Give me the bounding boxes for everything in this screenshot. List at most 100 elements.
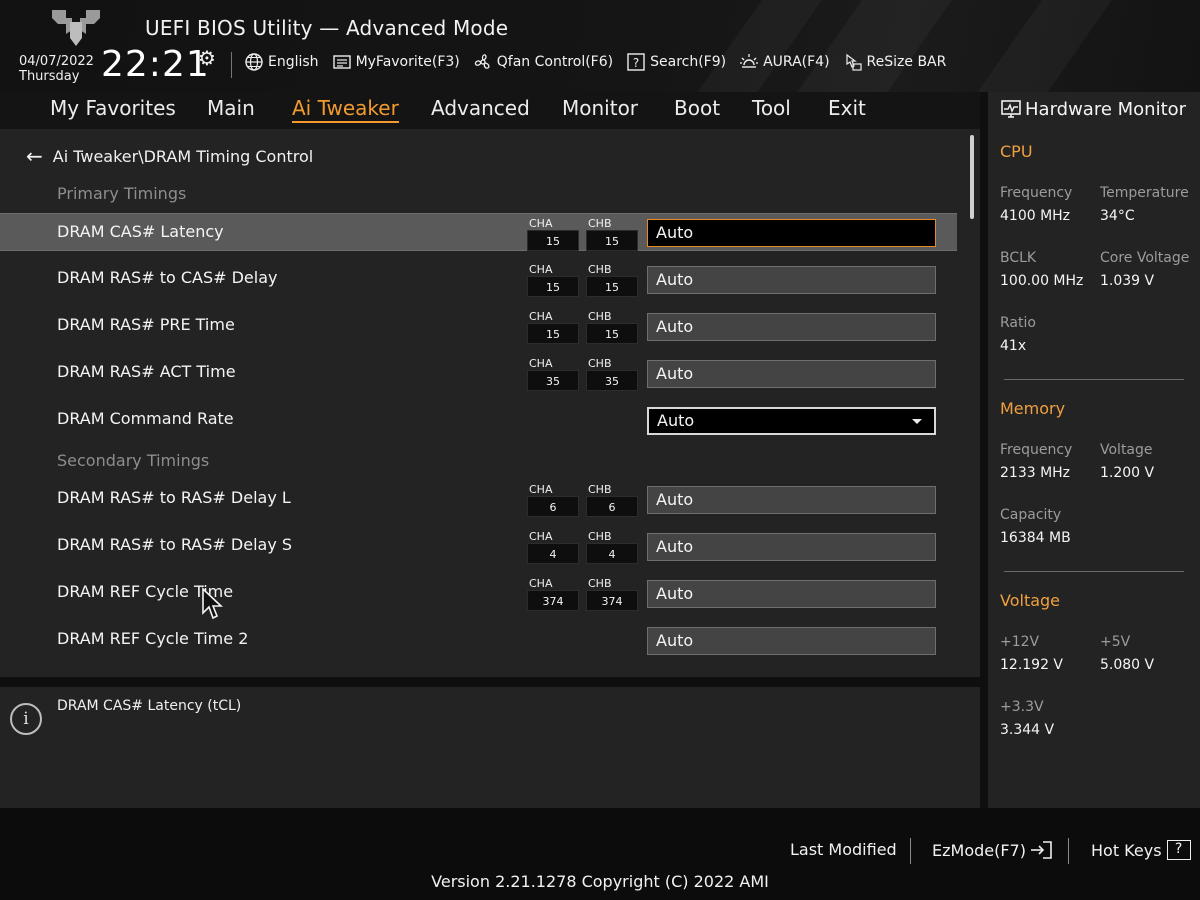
channel-a-label: CHA bbox=[529, 357, 553, 370]
tab-exit[interactable]: Exit bbox=[828, 96, 866, 120]
qfan-control-button[interactable]: Qfan Control(F6) bbox=[473, 52, 613, 72]
toolbar-divider bbox=[231, 52, 232, 78]
hot-keys-label: Hot Keys bbox=[1091, 840, 1162, 860]
channel-a-label: CHA bbox=[529, 310, 553, 323]
cpu-temperature-label: Temperature bbox=[1100, 185, 1189, 201]
info-icon: i bbox=[10, 703, 42, 735]
ras-act-time-input[interactable]: Auto bbox=[647, 360, 936, 388]
ras-to-cas-delay-input[interactable]: Auto bbox=[647, 266, 936, 294]
channel-b-label: CHB bbox=[588, 577, 612, 590]
breadcrumb: ← Ai Tweaker\DRAM Timing Control bbox=[26, 144, 313, 168]
command-rate-select[interactable]: Auto bbox=[647, 407, 936, 435]
setting-row-ras-to-cas-delay[interactable]: DRAM RAS# to CAS# Delay CHA 15 CHB 15 Au… bbox=[0, 260, 957, 298]
breadcrumb-path: Ai Tweaker\DRAM Timing Control bbox=[52, 146, 314, 166]
tab-monitor[interactable]: Monitor bbox=[562, 96, 638, 120]
channel-a-value: CHA 15 bbox=[527, 310, 579, 344]
bclk-label: BCLK bbox=[1000, 250, 1037, 266]
tab-main[interactable]: Main bbox=[207, 96, 255, 120]
tab-my-favorites[interactable]: My Favorites bbox=[50, 96, 176, 120]
svg-text:?: ? bbox=[633, 56, 639, 70]
channel-b-number: 15 bbox=[586, 230, 638, 251]
channel-b-label: CHB bbox=[588, 310, 612, 323]
day-text: Thursday bbox=[19, 69, 80, 84]
footer-divider bbox=[1068, 838, 1069, 864]
hardware-monitor-panel: Hardware Monitor CPU Frequency Temperatu… bbox=[988, 92, 1200, 808]
back-arrow-icon[interactable]: ← bbox=[26, 144, 43, 168]
fan-icon bbox=[473, 52, 493, 72]
section-primary-timings: Primary Timings bbox=[57, 184, 187, 203]
gear-icon[interactable]: ⚙ bbox=[198, 46, 216, 70]
section-secondary-timings: Secondary Timings bbox=[57, 451, 210, 470]
core-voltage-value: 1.039 V bbox=[1100, 273, 1155, 289]
setting-label: DRAM Command Rate bbox=[57, 409, 234, 428]
setting-row-ref-cycle-time[interactable]: DRAM REF Cycle Time CHA 374 CHB 374 Auto bbox=[0, 574, 957, 612]
v33-label: +3.3V bbox=[1000, 699, 1044, 715]
channel-b-number: 4 bbox=[586, 543, 638, 564]
cpu-heading: CPU bbox=[1000, 142, 1033, 161]
myfavorite-label: MyFavorite(F3) bbox=[355, 54, 460, 70]
date-display: 04/07/2022 Thursday bbox=[19, 54, 94, 84]
version-text: Version 2.21.1278 Copyright (C) 2022 AMI bbox=[431, 872, 769, 891]
ezmode-button[interactable]: EzMode(F7) bbox=[932, 840, 1055, 860]
capacity-value: 16384 MB bbox=[1000, 530, 1071, 546]
setting-row-cas-latency[interactable]: DRAM CAS# Latency CHA 15 CHB 15 Auto bbox=[0, 213, 957, 251]
search-button[interactable]: ? Search(F9) bbox=[626, 52, 726, 72]
main-menu-tabs: My Favorites Main Ai Tweaker Advanced Mo… bbox=[0, 92, 980, 129]
rrd-l-input[interactable]: Auto bbox=[647, 486, 936, 514]
header-decor-stripe bbox=[944, 0, 1126, 92]
setting-row-ref-cycle-time-2[interactable]: DRAM REF Cycle Time 2 Auto bbox=[0, 621, 957, 659]
tuf-logo-icon bbox=[52, 10, 100, 46]
ras-pre-time-input[interactable]: Auto bbox=[647, 313, 936, 341]
tab-advanced[interactable]: Advanced bbox=[431, 96, 530, 120]
ref-cycle-time-input[interactable]: Auto bbox=[647, 580, 936, 608]
channel-b-value: CHB 35 bbox=[586, 357, 638, 391]
setting-row-command-rate[interactable]: DRAM Command Rate Auto bbox=[0, 401, 957, 439]
channel-b-number: 35 bbox=[586, 370, 638, 391]
channel-b-number: 374 bbox=[586, 590, 638, 611]
ref-cycle-time-2-input[interactable]: Auto bbox=[647, 627, 936, 655]
setting-row-ras-pre-time[interactable]: DRAM RAS# PRE Time CHA 15 CHB 15 Auto bbox=[0, 307, 957, 345]
tab-boot[interactable]: Boot bbox=[674, 96, 720, 120]
hardware-monitor-title-text: Hardware Monitor bbox=[1025, 98, 1187, 120]
cas-latency-input[interactable]: Auto bbox=[647, 219, 936, 247]
resize-bar-button[interactable]: ReSize BAR bbox=[843, 52, 946, 72]
setting-row-ras-act-time[interactable]: DRAM RAS# ACT Time CHA 35 CHB 35 Auto bbox=[0, 354, 957, 392]
memory-voltage-value: 1.200 V bbox=[1100, 465, 1155, 481]
search-label: Search(F9) bbox=[650, 54, 727, 70]
channel-a-label: CHA bbox=[529, 263, 553, 276]
tab-ai-tweaker[interactable]: Ai Tweaker bbox=[292, 96, 399, 123]
toolbar: English MyFavorite(F3) Qfan Control(F6) … bbox=[244, 52, 959, 72]
language-button[interactable]: English bbox=[244, 52, 319, 72]
scrollbar[interactable] bbox=[970, 135, 974, 219]
language-label: English bbox=[268, 54, 319, 70]
clock-display[interactable]: 22:21 bbox=[101, 44, 210, 85]
monitor-icon bbox=[1001, 100, 1021, 118]
footer-divider bbox=[910, 838, 911, 864]
last-modified-button[interactable]: Last Modified bbox=[790, 840, 897, 859]
tab-tool[interactable]: Tool bbox=[752, 96, 791, 120]
setting-row-rrd-s[interactable]: DRAM RAS# to RAS# Delay S CHA 4 CHB 4 Au… bbox=[0, 527, 957, 565]
channel-b-number: 15 bbox=[586, 323, 638, 344]
channel-a-number: 15 bbox=[527, 276, 579, 297]
setting-row-rrd-l[interactable]: DRAM RAS# to RAS# Delay L CHA 6 CHB 6 Au… bbox=[0, 480, 957, 518]
ratio-value: 41x bbox=[1000, 338, 1027, 354]
channel-a-number: 374 bbox=[527, 590, 579, 611]
footer-bar: Last Modified EzMode(F7) Hot Keys ? Vers… bbox=[0, 808, 1200, 900]
channel-b-value: CHB 4 bbox=[586, 530, 638, 564]
rrd-s-input[interactable]: Auto bbox=[647, 533, 936, 561]
v5-value: 5.080 V bbox=[1100, 657, 1155, 673]
channel-a-number: 35 bbox=[527, 370, 579, 391]
hardware-monitor-title: Hardware Monitor bbox=[1000, 98, 1186, 120]
command-rate-selected-value: Auto bbox=[657, 411, 695, 430]
myfavorite-button[interactable]: MyFavorite(F3) bbox=[332, 52, 460, 72]
memory-voltage-label: Voltage bbox=[1100, 442, 1153, 458]
setting-label: DRAM CAS# Latency bbox=[57, 222, 224, 241]
qfan-control-label: Qfan Control(F6) bbox=[496, 54, 614, 70]
bclk-value: 100.00 MHz bbox=[1000, 273, 1084, 289]
channel-a-number: 4 bbox=[527, 543, 579, 564]
channel-a-label: CHA bbox=[529, 577, 553, 590]
hot-keys-button[interactable]: Hot Keys ? bbox=[1091, 840, 1191, 860]
aura-label: AURA(F4) bbox=[763, 54, 830, 70]
aura-button[interactable]: AURA(F4) bbox=[739, 52, 830, 72]
setting-label: DRAM RAS# PRE Time bbox=[57, 315, 235, 334]
